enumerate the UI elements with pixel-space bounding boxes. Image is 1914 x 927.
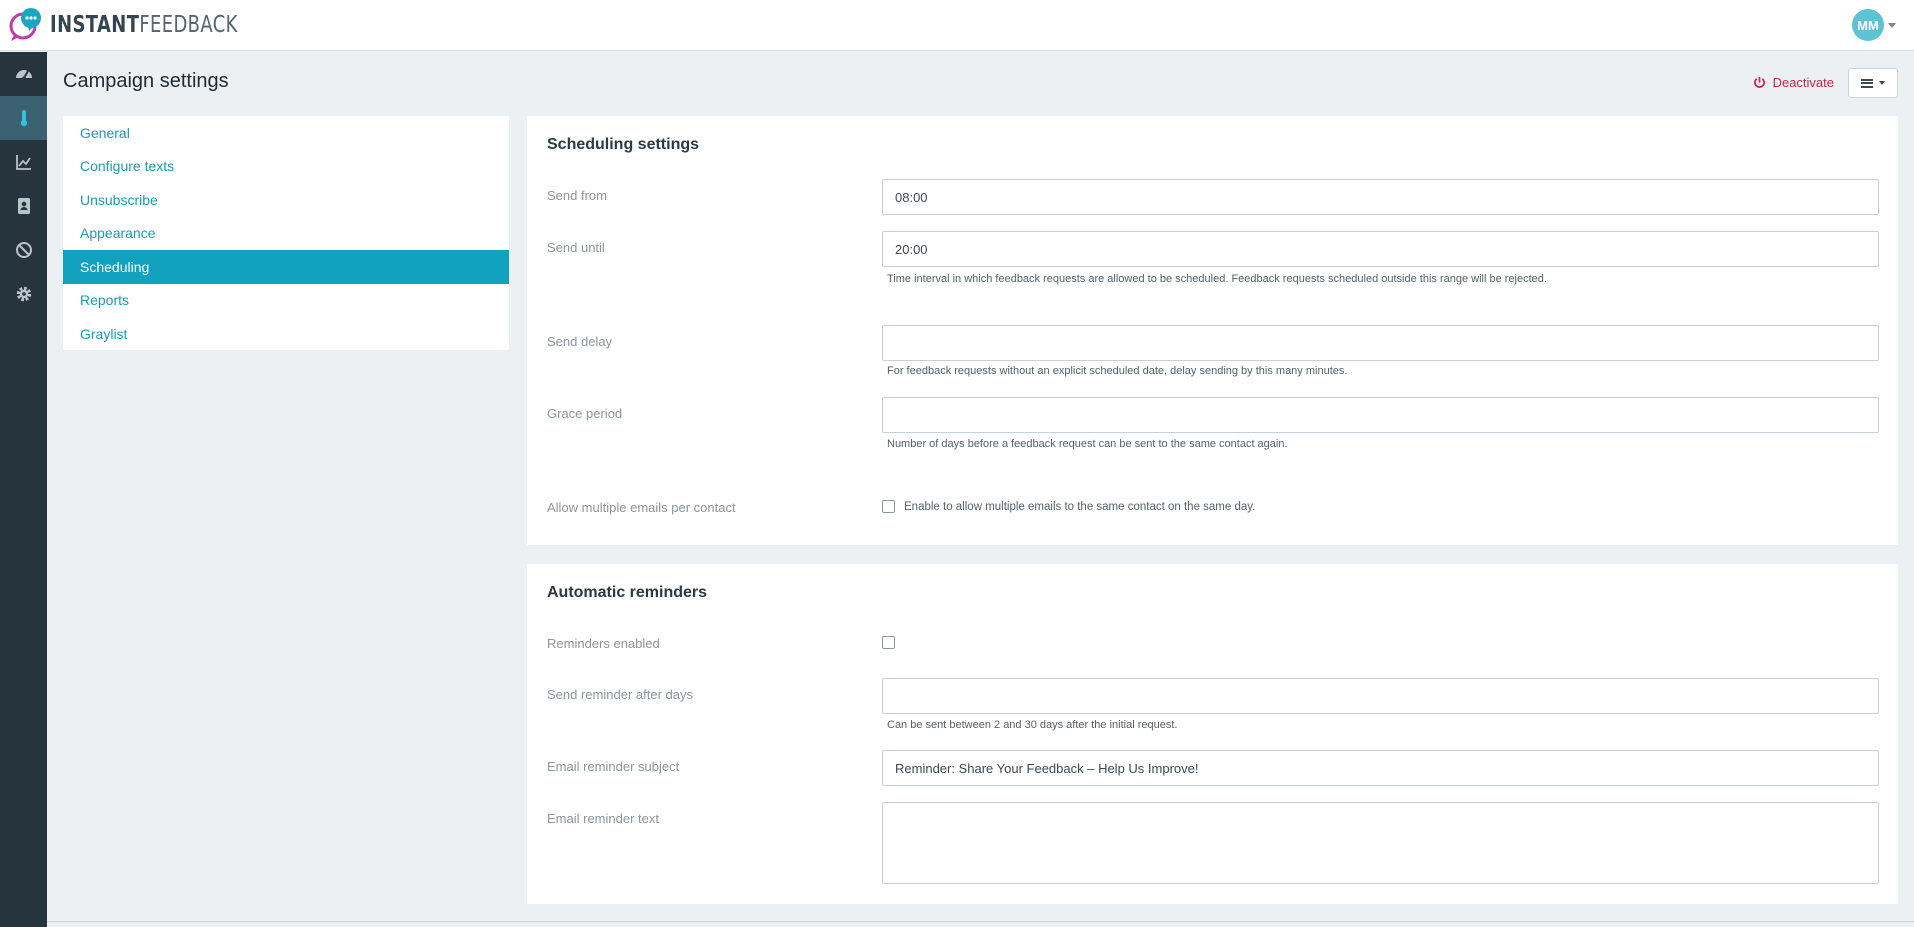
- settings-nav-unsubscribe[interactable]: Unsubscribe: [63, 183, 509, 217]
- automatic-reminders-panel: Automatic reminders Reminders enabled Se…: [527, 564, 1898, 904]
- rail-item-campaigns[interactable]: [0, 96, 47, 140]
- logo-wordmark: INSTANTFEEDBACK: [50, 12, 238, 38]
- chevron-down-icon: [1888, 22, 1896, 28]
- settings-nav-reports[interactable]: Reports: [63, 284, 509, 318]
- settings-nav-scheduling[interactable]: Scheduling: [63, 250, 509, 284]
- send-from-input[interactable]: 08:00: [882, 179, 1879, 215]
- footer-divider: [47, 921, 1914, 922]
- multiple-emails-checkbox[interactable]: [882, 500, 895, 513]
- trend-chart-icon: [15, 155, 31, 170]
- settings-nav-graylist[interactable]: Graylist: [63, 317, 509, 351]
- page-title: Campaign settings: [63, 70, 229, 92]
- send-delay-input[interactable]: [882, 325, 1879, 361]
- gear-icon: [16, 286, 31, 302]
- contacts-book-icon: [17, 198, 30, 214]
- hamburger-icon: [1861, 78, 1873, 88]
- send-delay-help: For feedback requests without an explici…: [887, 365, 1348, 377]
- send-until-input[interactable]: 20:00: [882, 231, 1879, 267]
- grace-period-help: Number of days before a feedback request…: [887, 438, 1288, 450]
- send-until-label: Send until: [547, 240, 605, 255]
- send-from-label: Send from: [547, 188, 607, 203]
- rail-item-dashboard[interactable]: [0, 52, 47, 96]
- instantfeedback-logo[interactable]: INSTANTFEEDBACK: [6, 7, 291, 43]
- reminders-enabled-label: Reminders enabled: [547, 636, 660, 651]
- automatic-reminders-title: Automatic reminders: [547, 584, 708, 601]
- send-reminder-after-days-input[interactable]: [882, 678, 1879, 714]
- user-menu[interactable]: MM: [1852, 9, 1896, 41]
- chevron-down-icon: [1879, 81, 1885, 85]
- power-icon: [1753, 76, 1765, 88]
- settings-nav-appearance[interactable]: Appearance: [63, 217, 509, 251]
- scheduling-settings-title: Scheduling settings: [547, 136, 700, 153]
- send-until-help: Time interval in which feedback requests…: [887, 273, 1547, 285]
- side-rail: [0, 52, 47, 927]
- send-reminder-after-days-label: Send reminder after days: [547, 687, 693, 702]
- scheduling-settings-panel: Scheduling settings Send from 08:00 Send…: [527, 116, 1898, 545]
- settings-nav-configure-texts[interactable]: Configure texts: [63, 150, 509, 184]
- thermometer-icon: [20, 110, 27, 127]
- rail-item-contacts[interactable]: [0, 184, 47, 228]
- chat-bubble-logo-icon: [6, 7, 44, 43]
- top-bar: INSTANTFEEDBACK MM: [0, 0, 1914, 51]
- deactivate-button[interactable]: Deactivate: [1753, 75, 1834, 90]
- multiple-emails-checkbox-label: Enable to allow multiple emails to the s…: [904, 501, 1256, 513]
- deactivate-label: Deactivate: [1772, 75, 1834, 90]
- reminders-enabled-checkbox[interactable]: [882, 636, 895, 649]
- speedometer-icon: [15, 70, 32, 80]
- grace-period-input[interactable]: [882, 397, 1879, 433]
- email-reminder-subject-input[interactable]: Reminder: Share Your Feedback – Help Us …: [882, 750, 1879, 786]
- rail-item-reports[interactable]: [0, 140, 47, 184]
- block-icon: [15, 242, 32, 258]
- rail-item-settings[interactable]: [0, 272, 47, 316]
- grace-period-label: Grace period: [547, 406, 623, 421]
- email-reminder-text-textarea[interactable]: [882, 802, 1879, 884]
- send-delay-label: Send delay: [547, 334, 613, 349]
- email-reminder-text-label: Email reminder text: [547, 811, 659, 826]
- options-menu-button[interactable]: [1848, 68, 1898, 98]
- rail-item-blocklist[interactable]: [0, 228, 47, 272]
- multiple-emails-label: Allow multiple emails per contact: [547, 500, 736, 515]
- settings-nav: General Configure texts Unsubscribe Appe…: [63, 116, 509, 350]
- settings-nav-general[interactable]: General: [63, 116, 509, 150]
- email-reminder-subject-label: Email reminder subject: [547, 759, 680, 774]
- avatar: MM: [1852, 9, 1884, 41]
- send-reminder-after-days-help: Can be sent between 2 and 30 days after …: [887, 719, 1178, 731]
